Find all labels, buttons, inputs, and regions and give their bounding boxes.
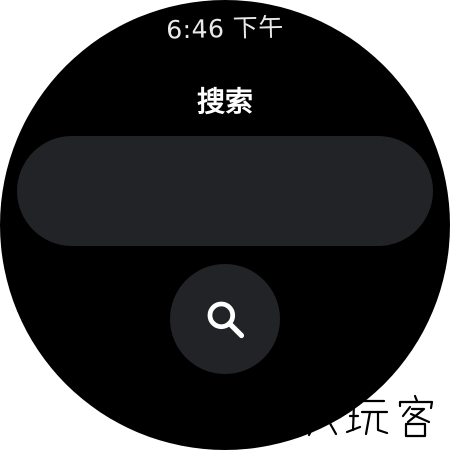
watermark-logo <box>300 392 450 442</box>
search-button[interactable] <box>170 264 280 374</box>
status-time: 6:46 下午 <box>165 12 285 45</box>
watch-screen: 6:46 下午 搜索 <box>0 0 450 450</box>
search-input[interactable] <box>17 136 433 246</box>
search-icon <box>203 297 247 341</box>
page-title: 搜索 <box>196 85 253 118</box>
